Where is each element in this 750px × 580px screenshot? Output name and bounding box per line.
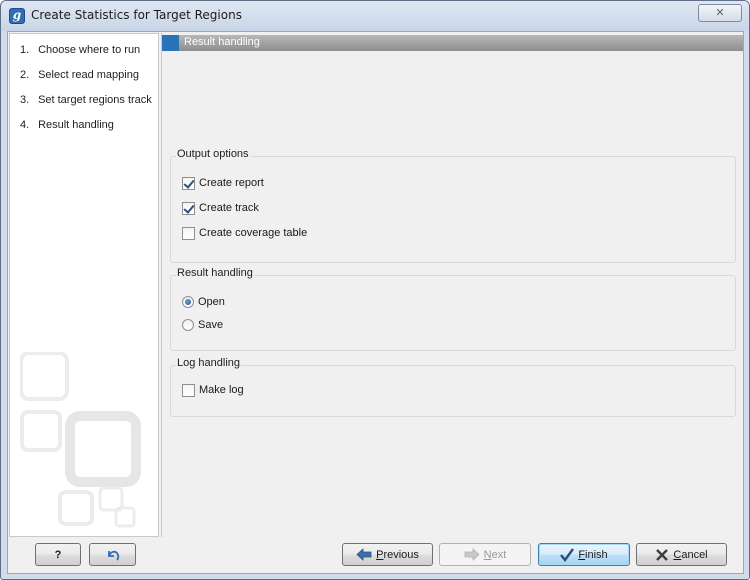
step-content-panel: Result handling Output options Create re… — [161, 33, 743, 537]
result-handling-title: Result handling — [176, 267, 254, 279]
step-label: Select read mapping — [38, 69, 139, 81]
step-label: Result handling — [38, 119, 114, 131]
watermark-logo-icon — [20, 352, 141, 528]
create-report-option[interactable]: Create report — [182, 175, 264, 191]
step-item: 3. Set target regions track — [20, 92, 152, 117]
help-label: ? — [54, 548, 62, 561]
previous-label: Previous — [376, 548, 419, 561]
app-icon: g — [9, 8, 25, 24]
cancel-button[interactable]: Cancel — [636, 543, 727, 566]
step-item: 1. Choose where to run — [20, 42, 152, 67]
open-label: Open — [198, 296, 225, 308]
help-button[interactable]: ? — [35, 543, 81, 566]
log-handling-group: Log handling Make log — [170, 357, 736, 417]
cancel-x-icon — [656, 548, 669, 561]
dialog-window: g Create Statistics for Target Regions ✕… — [0, 0, 750, 580]
cancel-label: Cancel — [673, 548, 708, 561]
create-report-checkbox[interactable] — [182, 176, 195, 190]
step-label: Choose where to run — [38, 44, 141, 56]
step-number: 4. — [20, 119, 30, 131]
step-number: 1. — [20, 44, 30, 56]
wizard-steps-sidebar: 1. Choose where to run 2. Select read ma… — [9, 33, 159, 537]
save-radio[interactable] — [182, 319, 194, 331]
previous-button[interactable]: Previous — [342, 543, 433, 566]
arrow-right-icon — [464, 548, 480, 561]
header-accent — [162, 35, 179, 51]
window-title: Create Statistics for Target Regions — [31, 8, 242, 22]
reset-button[interactable] — [89, 543, 136, 566]
finish-button[interactable]: Finish — [538, 543, 630, 566]
create-track-option[interactable]: Create track — [182, 200, 259, 216]
save-label: Save — [198, 319, 224, 331]
make-log-option[interactable]: Make log — [182, 382, 244, 398]
steps-list: 1. Choose where to run 2. Select read ma… — [20, 42, 152, 142]
create-track-checkbox[interactable] — [182, 201, 195, 215]
section-header-bar: Result handling — [162, 35, 743, 51]
make-log-checkbox[interactable] — [182, 383, 195, 397]
create-track-label: Create track — [199, 202, 259, 214]
finish-label: Finish — [578, 548, 608, 561]
step-item: 4. Result handling — [20, 117, 152, 142]
checkmark-icon — [560, 547, 575, 562]
output-options-group: Output options Create report Create trac… — [170, 148, 736, 263]
open-radio[interactable] — [182, 296, 194, 308]
undo-arrow-icon — [107, 550, 119, 561]
section-header-title: Result handling — [184, 36, 260, 48]
create-coverage-table-checkbox[interactable] — [182, 226, 195, 240]
save-option[interactable]: Save — [182, 317, 223, 333]
step-label: Set target regions track — [38, 94, 152, 106]
arrow-left-icon — [356, 548, 372, 561]
create-report-label: Create report — [199, 177, 264, 189]
step-item: 2. Select read mapping — [20, 67, 152, 92]
title-bar[interactable]: g Create Statistics for Target Regions ✕ — [1, 1, 749, 31]
output-options-title: Output options — [176, 148, 250, 160]
step-number: 2. — [20, 69, 30, 81]
close-button[interactable]: ✕ — [698, 4, 742, 22]
create-coverage-table-option[interactable]: Create coverage table — [182, 225, 307, 241]
step-number: 3. — [20, 94, 30, 106]
open-option[interactable]: Open — [182, 294, 225, 310]
dialog-client-area: 1. Choose where to run 2. Select read ma… — [7, 31, 744, 574]
create-coverage-table-label: Create coverage table — [199, 227, 308, 239]
next-button[interactable]: Next — [439, 543, 531, 566]
log-handling-title: Log handling — [176, 357, 242, 369]
result-handling-group: Result handling Open Save — [170, 267, 736, 351]
make-log-label: Make log — [199, 384, 244, 396]
next-label: Next — [483, 548, 507, 561]
